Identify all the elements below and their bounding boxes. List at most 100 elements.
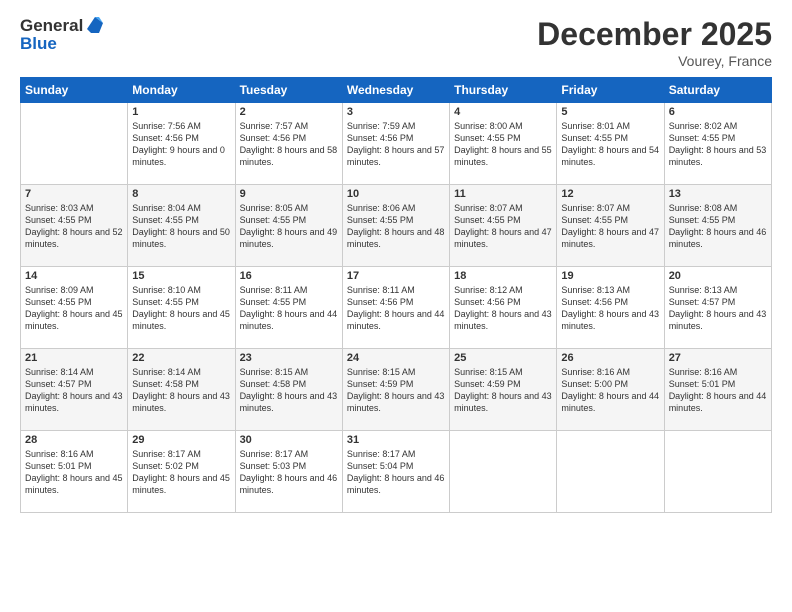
calendar-cell: 14 Sunrise: 8:09 AMSunset: 4:55 PMDayligh… [21,267,128,349]
day-info: Sunrise: 8:13 AMSunset: 4:56 PMDaylight:… [561,284,659,333]
calendar-cell: 21 Sunrise: 8:14 AMSunset: 4:57 PMDayligh… [21,349,128,431]
day-number: 19 [561,270,659,282]
calendar-cell: 9 Sunrise: 8:05 AMSunset: 4:55 PMDaylight… [235,185,342,267]
calendar-cell: 1Sunrise: 7:56 AMSunset: 4:56 PMDaylight… [128,103,235,185]
calendar-cell: 12 Sunrise: 8:07 AMSunset: 4:55 PMDayligh… [557,185,664,267]
calendar-cell: 16Sunrise: 8:11 AMSunset: 4:55 PMDayligh… [235,267,342,349]
calendar-cell: 17 Sunrise: 8:11 AMSunset: 4:56 PMDayligh… [342,267,449,349]
day-number: 14 [25,270,123,282]
day-number: 28 [25,434,123,446]
day-info: Sunrise: 8:16 AMSunset: 5:01 PMDaylight:… [669,366,767,415]
col-wednesday: Wednesday [342,78,449,103]
col-tuesday: Tuesday [235,78,342,103]
logo: General Blue [20,16,105,54]
day-info: Sunrise: 8:15 AMSunset: 4:59 PMDaylight:… [347,366,445,415]
day-number: 12 [561,188,659,200]
calendar-week-1: 1Sunrise: 7:56 AMSunset: 4:56 PMDaylight… [21,103,772,185]
calendar-cell: 31 Sunrise: 8:17 AMSunset: 5:04 PMDayligh… [342,431,449,513]
day-info: Sunrise: 8:00 AMSunset: 4:55 PMDaylight:… [454,120,552,169]
calendar-cell: 30Sunrise: 8:17 AMSunset: 5:03 PMDayligh… [235,431,342,513]
day-number: 29 [132,434,230,446]
calendar-cell [664,431,771,513]
logo-icon [85,15,105,35]
location: Vourey, France [537,53,772,69]
day-number: 1 [132,106,230,118]
day-info: Sunrise: 8:11 AMSunset: 4:56 PMDaylight:… [347,284,445,333]
calendar-cell: 24 Sunrise: 8:15 AMSunset: 4:59 PMDayligh… [342,349,449,431]
calendar-cell: 26 Sunrise: 8:16 AMSunset: 5:00 PMDayligh… [557,349,664,431]
logo-blue-text: Blue [20,34,105,54]
calendar-cell: 15Sunrise: 8:10 AMSunset: 4:55 PMDayligh… [128,267,235,349]
day-info: Sunrise: 8:14 AMSunset: 4:58 PMDaylight:… [132,366,230,415]
day-number: 7 [25,188,123,200]
day-info: Sunrise: 7:57 AMSunset: 4:56 PMDaylight:… [240,120,338,169]
day-number: 15 [132,270,230,282]
day-number: 10 [347,188,445,200]
calendar-cell: 13 Sunrise: 8:08 AMSunset: 4:55 PMDayligh… [664,185,771,267]
day-number: 2 [240,106,338,118]
day-info: Sunrise: 8:09 AMSunset: 4:55 PMDaylight:… [25,284,123,333]
day-number: 8 [132,188,230,200]
col-monday: Monday [128,78,235,103]
day-info: Sunrise: 8:06 AMSunset: 4:55 PMDaylight:… [347,202,445,251]
calendar-cell: 23 Sunrise: 8:15 AMSunset: 4:58 PMDayligh… [235,349,342,431]
day-number: 26 [561,352,659,364]
day-number: 9 [240,188,338,200]
calendar-cell [557,431,664,513]
calendar-cell: 6 Sunrise: 8:02 AMSunset: 4:55 PMDaylight… [664,103,771,185]
day-number: 22 [132,352,230,364]
calendar-cell: 27 Sunrise: 8:16 AMSunset: 5:01 PMDayligh… [664,349,771,431]
day-number: 25 [454,352,552,364]
day-info: Sunrise: 7:59 AMSunset: 4:56 PMDaylight:… [347,120,445,169]
calendar-cell: 29 Sunrise: 8:17 AMSunset: 5:02 PMDayligh… [128,431,235,513]
day-number: 4 [454,106,552,118]
day-info: Sunrise: 8:17 AMSunset: 5:02 PMDaylight:… [132,448,230,497]
day-info: Sunrise: 8:08 AMSunset: 4:55 PMDaylight:… [669,202,767,251]
calendar-week-3: 14 Sunrise: 8:09 AMSunset: 4:55 PMDayligh… [21,267,772,349]
day-info: Sunrise: 8:05 AMSunset: 4:55 PMDaylight:… [240,202,338,251]
day-info: Sunrise: 8:11 AMSunset: 4:55 PMDaylight:… [240,284,338,333]
calendar-cell: 7 Sunrise: 8:03 AMSunset: 4:55 PMDaylight… [21,185,128,267]
day-info: Sunrise: 8:03 AMSunset: 4:55 PMDaylight:… [25,202,123,251]
calendar-cell: 19 Sunrise: 8:13 AMSunset: 4:56 PMDayligh… [557,267,664,349]
calendar-cell [450,431,557,513]
calendar-week-4: 21 Sunrise: 8:14 AMSunset: 4:57 PMDayligh… [21,349,772,431]
calendar-cell: 18Sunrise: 8:12 AMSunset: 4:56 PMDayligh… [450,267,557,349]
day-info: Sunrise: 8:02 AMSunset: 4:55 PMDaylight:… [669,120,767,169]
day-number: 20 [669,270,767,282]
day-info: Sunrise: 8:07 AMSunset: 4:55 PMDaylight:… [561,202,659,251]
day-number: 3 [347,106,445,118]
day-number: 13 [669,188,767,200]
page-header: General Blue December 2025 Vourey, Franc… [20,16,772,69]
col-thursday: Thursday [450,78,557,103]
day-info: Sunrise: 8:14 AMSunset: 4:57 PMDaylight:… [25,366,123,415]
calendar-cell [21,103,128,185]
calendar-cell: 8Sunrise: 8:04 AMSunset: 4:55 PMDaylight… [128,185,235,267]
day-number: 24 [347,352,445,364]
calendar-cell: 5 Sunrise: 8:01 AMSunset: 4:55 PMDaylight… [557,103,664,185]
day-number: 27 [669,352,767,364]
calendar-cell: 4 Sunrise: 8:00 AMSunset: 4:55 PMDaylight… [450,103,557,185]
day-info: Sunrise: 8:01 AMSunset: 4:55 PMDaylight:… [561,120,659,169]
calendar-cell: 10 Sunrise: 8:06 AMSunset: 4:55 PMDayligh… [342,185,449,267]
day-info: Sunrise: 8:15 AMSunset: 4:58 PMDaylight:… [240,366,338,415]
calendar-cell: 28 Sunrise: 8:16 AMSunset: 5:01 PMDayligh… [21,431,128,513]
day-info: Sunrise: 8:17 AMSunset: 5:03 PMDaylight:… [240,448,338,497]
day-info: Sunrise: 8:17 AMSunset: 5:04 PMDaylight:… [347,448,445,497]
title-block: December 2025 Vourey, France [537,16,772,69]
logo-general-text: General [20,16,83,36]
day-number: 21 [25,352,123,364]
day-number: 6 [669,106,767,118]
day-number: 23 [240,352,338,364]
day-number: 17 [347,270,445,282]
day-info: Sunrise: 8:16 AMSunset: 5:00 PMDaylight:… [561,366,659,415]
calendar-cell: 20Sunrise: 8:13 AMSunset: 4:57 PMDayligh… [664,267,771,349]
month-title: December 2025 [537,16,772,53]
day-number: 5 [561,106,659,118]
day-info: Sunrise: 8:15 AMSunset: 4:59 PMDaylight:… [454,366,552,415]
day-number: 11 [454,188,552,200]
header-row: Sunday Monday Tuesday Wednesday Thursday… [21,78,772,103]
day-info: Sunrise: 8:16 AMSunset: 5:01 PMDaylight:… [25,448,123,497]
day-number: 31 [347,434,445,446]
day-number: 18 [454,270,552,282]
